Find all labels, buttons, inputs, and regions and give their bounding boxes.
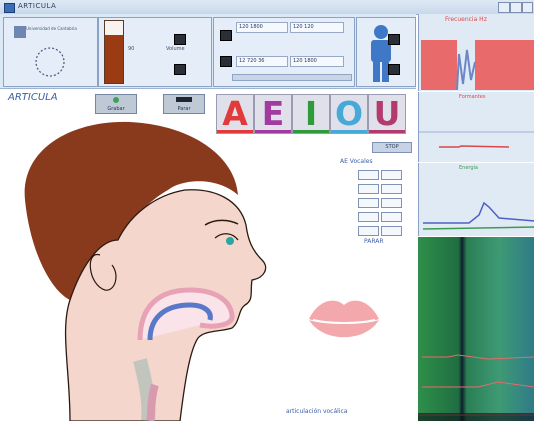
- pitch-plot: [421, 40, 534, 91]
- pause-button[interactable]: [174, 64, 186, 75]
- vowel-button-u[interactable]: U: [368, 94, 406, 134]
- maximize-button[interactable]: [510, 2, 522, 13]
- field-3[interactable]: 12 720 36: [236, 56, 288, 67]
- person-button-2[interactable]: [388, 64, 400, 75]
- pitch-panel: Frecuencia Hz: [418, 14, 534, 91]
- position-slider[interactable]: [232, 74, 352, 81]
- pitch-label: Frecuencia Hz: [445, 16, 487, 23]
- table-cell: [358, 226, 379, 236]
- minimize-button[interactable]: [498, 2, 510, 13]
- field-2[interactable]: 120 120: [290, 22, 344, 33]
- field-button-2[interactable]: [220, 56, 232, 67]
- spectrogram-overlay: [418, 354, 534, 421]
- formant-plot: [419, 131, 534, 148]
- head-illustration: [24, 121, 267, 421]
- vowel-button-o[interactable]: O: [330, 94, 368, 134]
- field-button-1[interactable]: [220, 30, 232, 41]
- level-readout: 90: [128, 46, 135, 52]
- footer-text: articulación vocálica: [286, 408, 348, 415]
- table-cell: [358, 170, 379, 180]
- table-cell: [358, 184, 379, 194]
- table-header: AE Vocales: [340, 158, 373, 165]
- table-cell: [358, 198, 379, 208]
- table-cell: [381, 184, 402, 194]
- energy-label: Energía: [459, 165, 478, 171]
- energy-panel: Energía: [418, 163, 534, 236]
- field-1[interactable]: 120 1800: [236, 22, 288, 33]
- formant-panel: Formantes: [418, 92, 534, 162]
- level-meter-fill: [105, 34, 123, 83]
- formant-label: Formantes: [459, 94, 486, 100]
- energy-plot: [422, 201, 534, 230]
- lips-illustration: [309, 300, 379, 338]
- app-icon: [4, 3, 15, 13]
- title-bar: ARTICULA: [0, 0, 534, 15]
- table-cell: [381, 212, 402, 222]
- logo-text: Universidad de Cantabria: [26, 26, 77, 31]
- table-cell: [381, 226, 402, 236]
- spectrogram: [418, 237, 534, 421]
- level-meter: [104, 20, 124, 84]
- volume-label: Volume: [166, 46, 185, 52]
- table-status: PARAR: [364, 238, 384, 245]
- person-button-1[interactable]: [388, 34, 400, 45]
- play-stop-button[interactable]: STOP: [372, 142, 412, 153]
- table-cell: [381, 170, 402, 180]
- table-cell: [381, 198, 402, 208]
- logo-panel: Universidad de Cantabria: [3, 17, 98, 87]
- person-icon: [371, 25, 391, 82]
- window-title: ARTICULA: [18, 2, 57, 10]
- field-4[interactable]: 120 1800: [290, 56, 344, 67]
- person-panel: [356, 17, 416, 87]
- volume-button[interactable]: [174, 34, 186, 45]
- close-button[interactable]: [522, 2, 533, 13]
- table-cell: [358, 212, 379, 222]
